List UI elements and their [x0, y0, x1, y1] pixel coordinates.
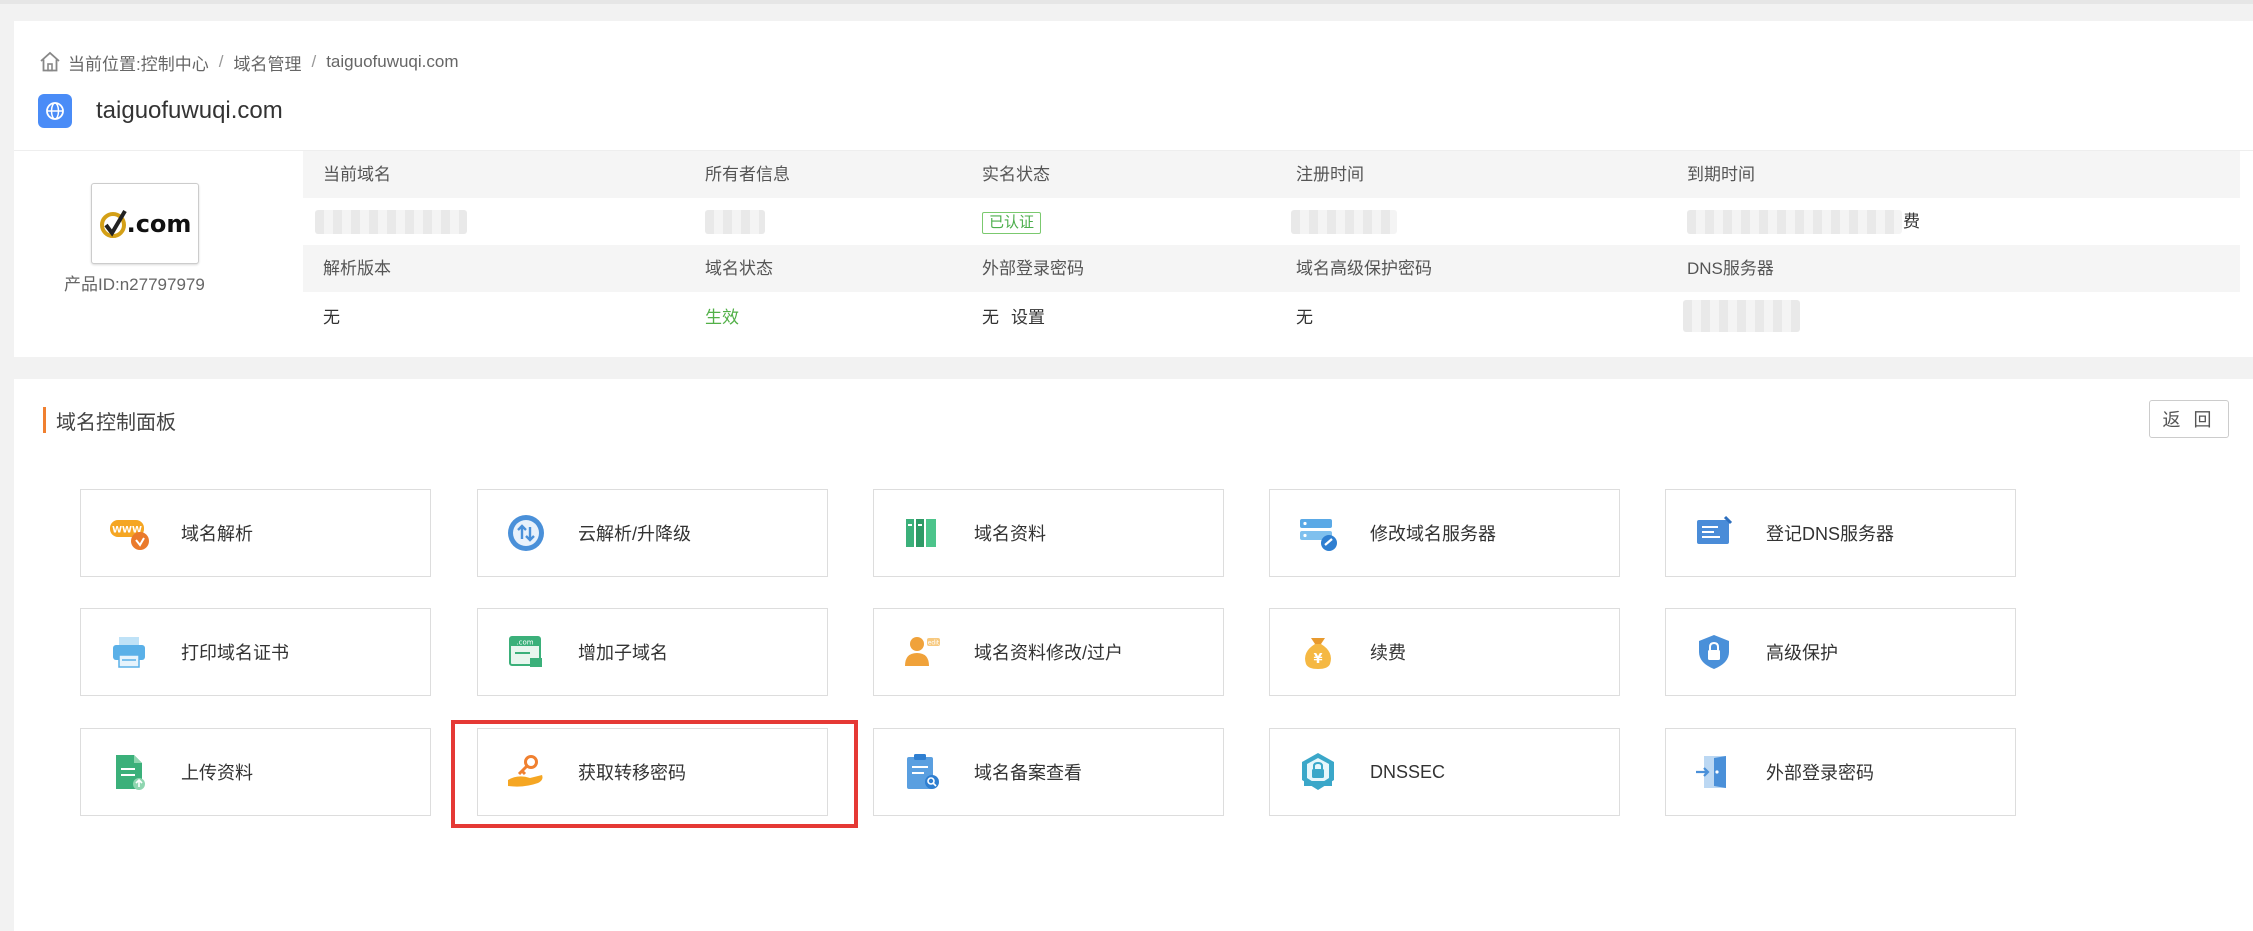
breadcrumb-separator: /	[218, 52, 224, 71]
back-button[interactable]: 返 回	[2149, 400, 2229, 438]
tile-add-subdomain[interactable]: .com 增加子域名	[477, 608, 828, 696]
printer-icon	[107, 630, 151, 674]
logo-text: .com	[126, 209, 192, 238]
breadcrumb-separator: /	[311, 52, 317, 71]
resolve-version-value: 无	[323, 308, 340, 327]
tile-label: 获取转移密码	[578, 763, 686, 783]
section-title-text: 域名控制面板	[56, 411, 176, 434]
tile-label: 续费	[1370, 643, 1406, 663]
set-external-password-link[interactable]: 设置	[1011, 294, 1045, 341]
dnssec-shield-icon	[1296, 750, 1340, 794]
user-transfer-icon: edit	[900, 630, 944, 674]
header-external-login-password: 外部登录密码	[982, 259, 1084, 278]
tile-label: 打印域名证书	[181, 643, 289, 663]
key-hand-icon	[504, 750, 548, 794]
checkmark-logo-icon	[99, 209, 127, 238]
header-advanced-protection-password: 域名高级保护密码	[1296, 259, 1432, 278]
tile-cloud-upgrade[interactable]: 云解析/升降级	[477, 489, 828, 577]
tile-label: 登记DNS服务器	[1766, 524, 1895, 544]
svg-text:.com: .com	[516, 639, 533, 647]
tile-renew[interactable]: ¥ 续费	[1269, 608, 1620, 696]
home-icon	[40, 51, 60, 72]
info-header-row-1: 当前域名 所有者信息 实名状态 注册时间 到期时间	[303, 151, 2240, 198]
cloud-upgrade-icon	[504, 511, 548, 555]
subdomain-icon: .com	[504, 630, 548, 674]
header-owner-info: 所有者信息	[705, 165, 790, 184]
header-realname-status: 实名状态	[982, 165, 1050, 184]
breadcrumb-domain-management[interactable]: 域名管理	[233, 50, 301, 75]
tile-label: 修改域名服务器	[1370, 524, 1496, 544]
tile-get-transfer-code[interactable]: 获取转移密码	[477, 728, 828, 816]
title-accent-bar	[43, 407, 46, 433]
svg-text:edit: edit	[928, 640, 940, 647]
breadcrumb-current: taiguofuwuqi.com	[326, 52, 459, 71]
expire-suffix: 费	[1903, 212, 1920, 231]
header-register-time: 注册时间	[1296, 165, 1364, 184]
breadcrumb-control-center[interactable]: 控制中心	[141, 50, 209, 75]
tile-advanced-protection[interactable]: 高级保护	[1665, 608, 2016, 696]
tile-label: DNSSEC	[1370, 761, 1446, 782]
money-bag-icon: ¥	[1296, 630, 1340, 674]
external-login-password-value: 无	[982, 308, 999, 327]
page-title: taiguofuwuqi.com	[38, 94, 283, 128]
redacted-dns-servers	[1683, 300, 1800, 332]
info-value-row-1: 已认证 费	[303, 198, 2240, 245]
section-title: 域名控制面板	[43, 406, 176, 434]
info-header-row-2: 解析版本 域名状态 外部登录密码 域名高级保护密码 DNS服务器	[303, 245, 2240, 292]
domain-status-value: 生效	[705, 308, 739, 327]
tile-dns-resolve[interactable]: WWW 域名解析	[80, 489, 431, 577]
header-current-domain: 当前域名	[323, 165, 391, 184]
redacted-register-time	[1291, 210, 1397, 234]
tile-register-dns-server[interactable]: 登记DNS服务器	[1665, 489, 2016, 577]
dns-register-icon	[1692, 511, 1736, 555]
door-login-icon	[1692, 750, 1736, 794]
globe-icon	[38, 94, 72, 128]
tile-upload-documents[interactable]: 上传资料	[80, 728, 431, 816]
redacted-owner	[705, 210, 765, 234]
clipboard-search-icon	[900, 750, 944, 794]
realname-status: 已认证	[982, 198, 1042, 245]
breadcrumb-prefix: 当前位置:	[68, 54, 141, 74]
tile-domain-info[interactable]: 域名资料	[873, 489, 1224, 577]
breadcrumb: 当前位置: 控制中心 / 域名管理 / taiguofuwuqi.com	[38, 48, 459, 76]
tile-icp-record-view[interactable]: 域名备案查看	[873, 728, 1224, 816]
tile-label: 域名资料	[974, 524, 1046, 544]
tile-dnssec[interactable]: DNSSEC	[1269, 728, 1620, 816]
svg-text:¥: ¥	[1313, 652, 1322, 667]
books-icon	[900, 511, 944, 555]
status-badge: 已认证	[982, 212, 1042, 234]
header-expire-time: 到期时间	[1687, 165, 1755, 184]
tile-label: 域名备案查看	[974, 763, 1082, 783]
advanced-protection-password-value: 无	[1296, 308, 1313, 327]
tile-modify-dns-server[interactable]: 修改域名服务器	[1269, 489, 1620, 577]
tile-label: 云解析/升降级	[578, 524, 692, 544]
tile-label: 外部登录密码	[1766, 763, 1874, 783]
tile-label: 增加子域名	[578, 643, 668, 663]
tile-label: 域名资料修改/过户	[974, 643, 1124, 663]
tile-label: 上传资料	[181, 763, 253, 783]
info-value-row-2: 无 生效 无 设置 无	[303, 294, 2240, 341]
tile-print-certificate[interactable]: 打印域名证书	[80, 608, 431, 696]
header-dns-servers: DNS服务器	[1687, 259, 1774, 278]
upload-doc-icon	[107, 750, 151, 794]
header-domain-status: 域名状态	[705, 259, 773, 278]
tile-label: 高级保护	[1766, 643, 1838, 663]
domain-title-text: taiguofuwuqi.com	[96, 97, 283, 124]
redacted-expire-time	[1687, 210, 1902, 234]
redacted-domain	[315, 210, 467, 234]
server-edit-icon	[1296, 511, 1340, 555]
tile-external-login-password[interactable]: 外部登录密码	[1665, 728, 2016, 816]
shield-lock-icon	[1692, 630, 1736, 674]
product-id: 产品ID:n27797979	[64, 275, 205, 294]
tile-label: 域名解析	[181, 524, 253, 544]
www-dns-icon: WWW	[107, 511, 151, 555]
top-border	[0, 0, 2253, 4]
tile-modify-transfer[interactable]: edit 域名资料修改/过户	[873, 608, 1224, 696]
header-resolve-version: 解析版本	[323, 259, 391, 278]
dotcom-logo: .com	[91, 183, 199, 264]
